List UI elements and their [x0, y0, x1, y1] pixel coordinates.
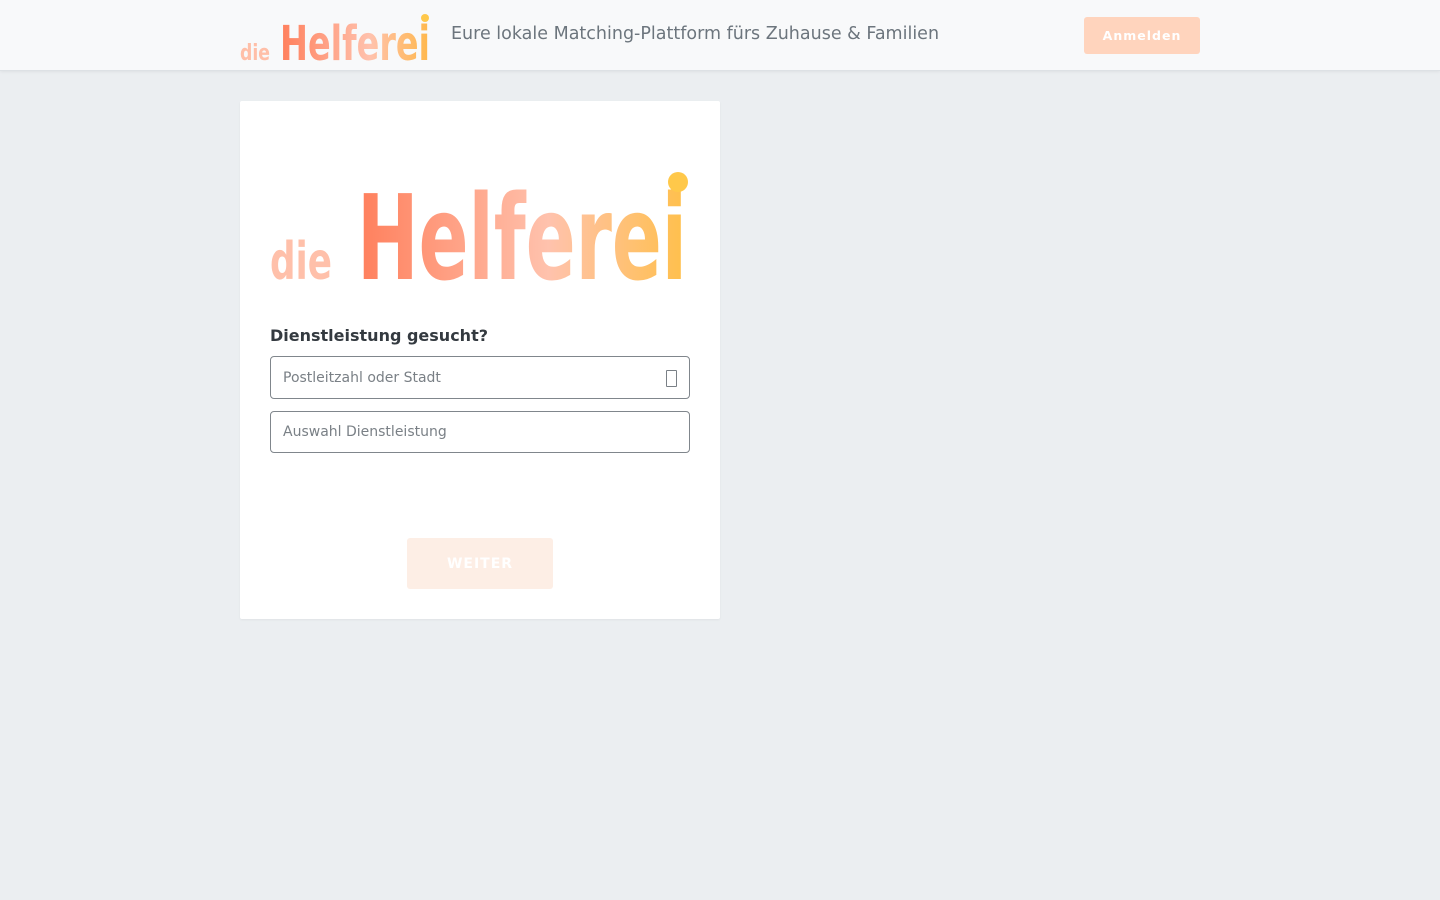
site-header: die Helferei Eure lokale Matching-Plattf…	[0, 0, 1440, 71]
card-logo-name: Helferei	[357, 169, 687, 285]
search-card: die Helferei Dienstleistung gesucht? WEI…	[240, 101, 720, 619]
card-logo: die Helferei	[270, 169, 688, 285]
service-field	[270, 411, 690, 453]
logo-prefix: die	[240, 41, 270, 62]
login-button[interactable]: Anmelden	[1084, 17, 1200, 54]
service-select[interactable]	[271, 412, 689, 452]
card-logo-dot	[668, 172, 688, 192]
logo-name: Helferei	[280, 16, 430, 62]
header-logo[interactable]: die Helferei	[240, 10, 432, 62]
logo-dot	[421, 14, 429, 22]
search-heading: Dienstleistung gesucht?	[270, 326, 488, 345]
location-icon[interactable]	[666, 370, 677, 387]
card-logo-prefix: die	[270, 232, 332, 285]
tagline: Eure lokale Matching-Plattform fürs Zuha…	[451, 24, 940, 44]
location-input[interactable]	[271, 357, 689, 398]
location-field	[270, 356, 690, 399]
submit-button[interactable]: WEITER	[407, 538, 553, 589]
